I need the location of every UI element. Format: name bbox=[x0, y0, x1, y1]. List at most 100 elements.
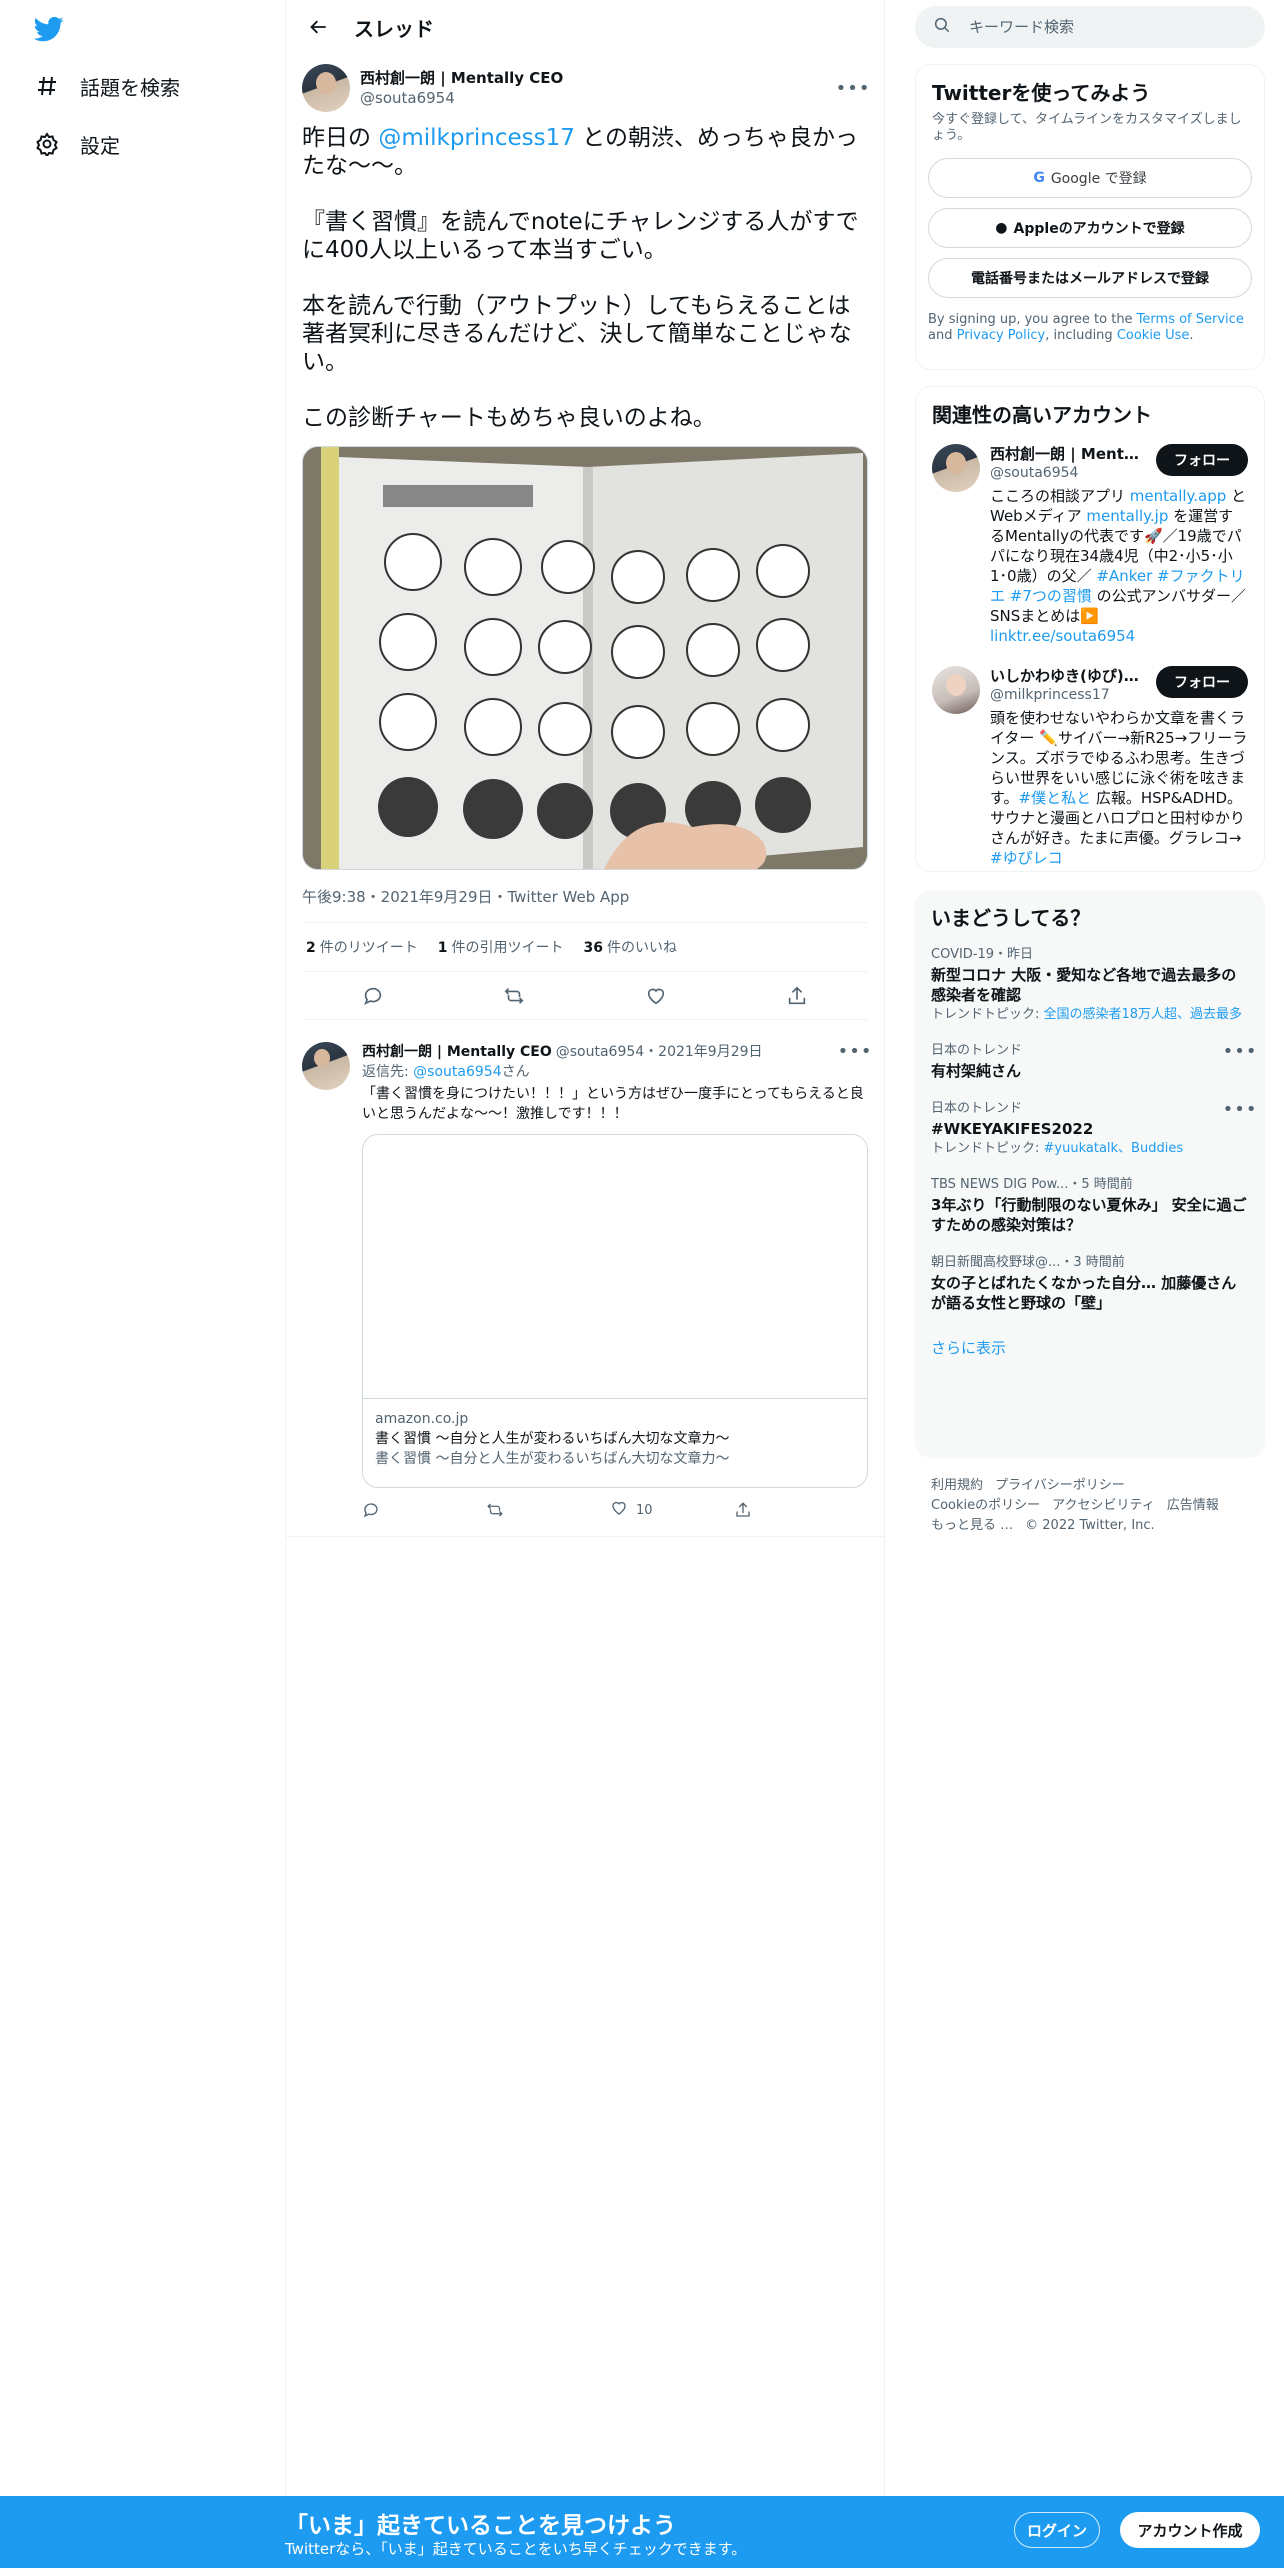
bottom-bar-subtitle: Twitterなら、「いま」起きていることをいち早くチェックできます。 bbox=[285, 2540, 747, 2558]
mention-link[interactable]: @milkprincess17 bbox=[378, 125, 575, 151]
related-account[interactable]: 西村創一朗 | Mentall... @souta6954 フォロー こころの相… bbox=[916, 434, 1264, 656]
hashtag-icon bbox=[34, 73, 60, 99]
nav-settings[interactable]: 設定 bbox=[34, 124, 120, 164]
replying-handle-link[interactable]: @souta6954 bbox=[413, 1064, 501, 1080]
avatar[interactable] bbox=[932, 444, 980, 492]
footer-links: 利用規約 プライバシーポリシー Cookieのポリシー アクセシビリティ 広告情報 も… bbox=[931, 1476, 1251, 1536]
reply-icon[interactable] bbox=[356, 979, 390, 1013]
tweet-photo[interactable] bbox=[302, 446, 868, 870]
nav-explore[interactable]: 話題を検索 bbox=[34, 66, 180, 106]
more-options-icon[interactable]: ••• bbox=[838, 1042, 872, 1062]
bio-link[interactable]: mentally.app bbox=[1130, 487, 1227, 505]
trend-item[interactable]: TBS NEWS DIG Pow...・5 時間前 3年ぶり「行動制限のない夏休… bbox=[915, 1167, 1265, 1245]
author-handle[interactable]: @souta6954 bbox=[360, 88, 838, 108]
share-icon[interactable] bbox=[780, 979, 814, 1013]
apple-signup-button[interactable]: ● Appleのアカウントで登録 bbox=[928, 208, 1252, 248]
bio-link[interactable]: linktr.ee/souta6954 bbox=[990, 627, 1135, 645]
bio-link[interactable]: #僕と私と bbox=[1019, 789, 1092, 807]
account-handle[interactable]: @milkprincess17 bbox=[990, 686, 1156, 704]
footer-more-link[interactable]: もっと見る … bbox=[931, 1518, 1013, 1533]
retweet-icon[interactable] bbox=[486, 1501, 610, 1519]
bio-link[interactable]: #ゆぴレコ bbox=[990, 849, 1063, 867]
nav-settings-label: 設定 bbox=[80, 133, 120, 158]
quotes-count: 1 bbox=[437, 940, 448, 956]
reply-icon[interactable] bbox=[362, 1501, 486, 1519]
more-options-icon[interactable]: ••• bbox=[1223, 1041, 1257, 1062]
bio-link[interactable]: mentally.jp bbox=[1086, 507, 1168, 525]
login-button[interactable]: ログイン bbox=[1014, 2512, 1100, 2548]
footer-link[interactable]: 広告情報 bbox=[1167, 1498, 1219, 1513]
phone-signup-label: 電話番号またはメールアドレスで登録 bbox=[971, 271, 1209, 287]
trend-title: 有村架純さん bbox=[931, 1062, 1022, 1080]
trends-title: いまどうしてる？ bbox=[931, 906, 1091, 930]
footer-link[interactable]: アクセシビリティ bbox=[1052, 1498, 1155, 1513]
quotes-stat[interactable]: 1 件の引用ツイート bbox=[438, 937, 564, 957]
footer-link[interactable]: Cookieのポリシー bbox=[931, 1498, 1040, 1513]
share-icon[interactable] bbox=[734, 1501, 858, 1519]
signup-button[interactable]: アカウント作成 bbox=[1120, 2512, 1260, 2548]
tweet-text-part: この診断チャートもめちゃ良いのよね。 bbox=[302, 405, 716, 431]
search-box[interactable] bbox=[915, 6, 1265, 48]
replying-to: 返信先: @souta6954さん bbox=[362, 1062, 870, 1082]
related-title: 関連性の高いアカウント bbox=[932, 403, 1152, 427]
avatar[interactable] bbox=[302, 1042, 350, 1090]
reply-tweet[interactable]: 西村創一朗 | Mentally CEO @souta6954・2021年9月2… bbox=[286, 1030, 886, 1537]
link-card-domain: amazon.co.jp bbox=[375, 1411, 469, 1427]
tweet-timestamp[interactable]: 午後9:38・2021年9月29日・Twitter Web App bbox=[302, 886, 868, 906]
tweet-author-row: 西村創一朗 | Mentally CEO @souta6954 ••• bbox=[302, 64, 870, 112]
cookie-link[interactable]: Cookie Use bbox=[1117, 328, 1190, 343]
terms-link[interactable]: Terms of Service bbox=[1137, 312, 1244, 327]
bio-text: こころの相談アプリ bbox=[990, 487, 1130, 505]
retweet-icon[interactable] bbox=[497, 979, 531, 1013]
tos-text: and bbox=[928, 328, 957, 343]
trend-item[interactable]: 日本のトレンド 有村架純さん ••• bbox=[915, 1033, 1265, 1091]
reply-author-name[interactable]: 西村創一朗 | Mentally CEO bbox=[362, 1042, 552, 1062]
tos-text: , including bbox=[1045, 328, 1117, 343]
account-name[interactable]: いしかわゆき(ゆぴ)... bbox=[990, 666, 1140, 686]
phone-signup-button[interactable]: 電話番号またはメールアドレスで登録 bbox=[928, 258, 1252, 298]
tweet-text-part: 『書く習慣』を読んでnoteにチャレンジする人がすでに400人以上いるって本当す… bbox=[302, 209, 859, 263]
link-card[interactable]: amazon.co.jp 書く習慣 〜自分と人生が変わるいちばん大切な文章力〜 … bbox=[362, 1134, 868, 1488]
trend-context: 日本のトレンド bbox=[931, 1101, 1023, 1116]
like-icon[interactable] bbox=[639, 979, 673, 1013]
author-name[interactable]: 西村創一朗 | Mentally CEO bbox=[360, 68, 838, 88]
twitter-logo-icon[interactable] bbox=[33, 14, 64, 44]
more-options-icon[interactable]: ••• bbox=[836, 78, 870, 99]
trend-item[interactable]: COVID-19・昨日 新型コロナ 大阪・愛知など各地で過去最多の感染者を確認 … bbox=[915, 937, 1265, 1033]
trend-topic-prefix: トレンドトピック: bbox=[931, 1141, 1044, 1156]
trend-topic-link[interactable]: #yuukatalk、Buddies bbox=[1044, 1141, 1184, 1156]
retweets-stat[interactable]: 2 件のリツイート bbox=[306, 937, 418, 957]
follow-button[interactable]: フォロー bbox=[1156, 666, 1248, 698]
retweets-label: 件のリツイート bbox=[319, 940, 418, 956]
trend-item[interactable]: 日本のトレンド #WKEYAKIFES2022 トレンドトピック: #yuuka… bbox=[915, 1091, 1265, 1167]
google-signup-button[interactable]: G Google で登録 bbox=[928, 158, 1252, 198]
footer-link[interactable]: 利用規約 bbox=[931, 1478, 983, 1493]
show-more-link[interactable]: さらに表示 bbox=[915, 1323, 1265, 1372]
privacy-link[interactable]: Privacy Policy bbox=[957, 328, 1046, 343]
trend-title: 女の子とばれたくなかった自分… 加藤優さんが語る女性と野球の「壁」 bbox=[931, 1274, 1237, 1312]
footer-link[interactable]: プライバシーポリシー bbox=[995, 1478, 1125, 1493]
follow-button[interactable]: フォロー bbox=[1156, 444, 1248, 476]
back-arrow-icon[interactable] bbox=[302, 10, 336, 44]
reply-author-handle[interactable]: @souta6954・2021年9月29日 bbox=[556, 1042, 763, 1062]
likes-stat[interactable]: 36 件のいいね bbox=[584, 937, 677, 957]
replying-prefix: 返信先: bbox=[362, 1064, 414, 1080]
trend-context: 朝日新聞高校野球@...・3 時間前 bbox=[931, 1255, 1125, 1270]
account-handle[interactable]: @souta6954 bbox=[990, 464, 1156, 482]
like-button[interactable]: 10 bbox=[610, 1499, 734, 1521]
account-name[interactable]: 西村創一朗 | Mentall... bbox=[990, 444, 1140, 464]
more-options-icon[interactable]: ••• bbox=[1223, 1099, 1257, 1120]
related-account[interactable]: いしかわゆき(ゆぴ)... @milkprincess17 フォロー 頭を使わせ… bbox=[916, 656, 1264, 878]
avatar[interactable] bbox=[302, 64, 350, 112]
signup-title: Twitterを使ってみよう bbox=[932, 81, 1151, 105]
avatar[interactable] bbox=[932, 666, 980, 714]
trend-item[interactable]: 朝日新聞高校野球@...・3 時間前 女の子とばれたくなかった自分… 加藤優さん… bbox=[915, 1245, 1265, 1323]
search-input[interactable] bbox=[969, 18, 1229, 36]
tos-text: . bbox=[1189, 328, 1194, 343]
google-icon: G bbox=[1033, 170, 1045, 186]
trend-topic-link[interactable]: 全国の感染者18万人超、過去最多 bbox=[1044, 1007, 1243, 1022]
focus-tweet: 西村創一朗 | Mentally CEO @souta6954 ••• 昨日の … bbox=[302, 64, 870, 1020]
search-icon bbox=[933, 16, 951, 38]
reply-actions: 10 bbox=[362, 1496, 870, 1524]
retweets-count: 2 bbox=[306, 940, 316, 956]
